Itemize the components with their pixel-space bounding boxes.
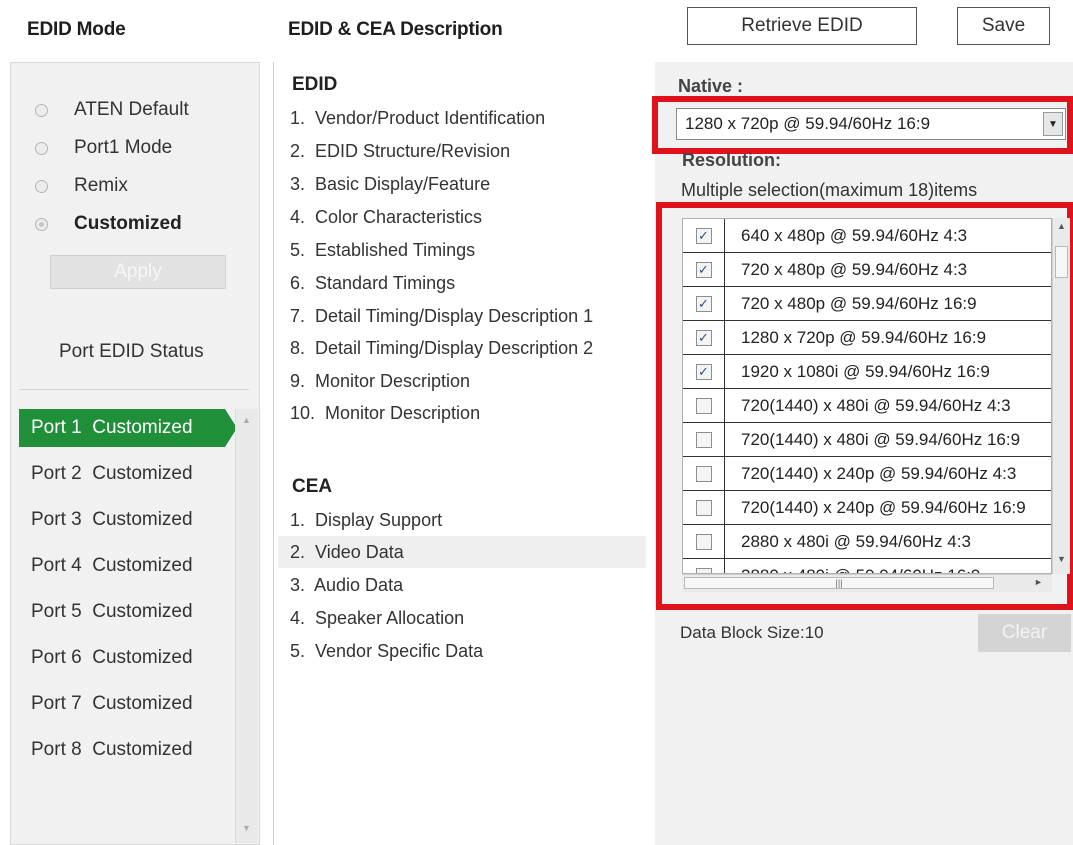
mode-option-port1-mode[interactable]: Port1 Mode — [35, 137, 172, 159]
mode-option-label: ATEN Default — [74, 99, 189, 120]
radio-icon[interactable] — [35, 103, 48, 117]
resolution-list: ✓ 640 x 480p @ 59.94/60Hz 4:3 ✓ 720 x 48… — [682, 218, 1052, 574]
cea-item-display-support[interactable]: 1. Display Support — [290, 510, 442, 531]
resolution-row[interactable]: 720(1440) x 240p @ 59.94/60Hz 16:9 — [683, 491, 1051, 525]
description-heading: EDID & CEA Description — [288, 19, 503, 40]
native-resolution-value: 1280 x 720p @ 59.94/60Hz 16:9 — [685, 114, 931, 133]
scroll-down-icon[interactable]: ▼ — [242, 823, 251, 833]
description-panel: EDID 1. Vendor/Product Identification 2.… — [273, 62, 656, 845]
mode-option-label: Remix — [74, 175, 128, 196]
edid-item-basic-display[interactable]: 3. Basic Display/Feature — [290, 174, 490, 195]
resolution-row[interactable]: 720(1440) x 480i @ 59.94/60Hz 4:3 — [683, 389, 1051, 423]
resolution-row[interactable]: 2880 x 480i @ 59.94/60Hz 16:9 — [683, 559, 1051, 574]
retrieve-edid-button[interactable]: Retrieve EDID — [687, 7, 917, 45]
port-edid-status-label: Port EDID Status — [59, 341, 204, 362]
native-resolution-select[interactable]: 1280 x 720p @ 59.94/60Hz 16:9 ▼ — [676, 108, 1066, 140]
resolution-label: 640 x 480p @ 59.94/60Hz 4:3 — [741, 225, 968, 245]
resolution-label: 720 x 480p @ 59.94/60Hz 4:3 — [741, 259, 968, 279]
clear-button[interactable]: Clear — [978, 614, 1071, 652]
resolution-row[interactable]: ✓ 720 x 480p @ 59.94/60Hz 4:3 — [683, 253, 1051, 287]
apply-button[interactable]: Apply — [50, 255, 226, 289]
port-item-4[interactable]: Port 4 Customized — [19, 547, 231, 585]
edid-item-vendor-product[interactable]: 1. Vendor/Product Identification — [290, 108, 545, 129]
checkbox-empty-icon[interactable] — [695, 533, 712, 550]
data-block-size: Data Block Size:10 — [680, 623, 824, 642]
edid-section-title: EDID — [292, 74, 338, 95]
edid-mode-panel: ATEN Default Port1 Mode Remix Customized… — [10, 62, 260, 845]
native-label: Native : — [678, 76, 744, 96]
scroll-down-icon[interactable]: ▼ — [1057, 554, 1066, 564]
edid-item-structure-revision[interactable]: 2. EDID Structure/Revision — [290, 141, 510, 162]
resolution-row[interactable]: 2880 x 480i @ 59.94/60Hz 4:3 — [683, 525, 1051, 559]
resolution-row[interactable]: 720(1440) x 240p @ 59.94/60Hz 4:3 — [683, 457, 1051, 491]
resolution-vertical-scrollbar[interactable]: ▲ ▼ — [1052, 218, 1070, 574]
cea-section-title: CEA — [292, 476, 333, 497]
mode-option-customized[interactable]: Customized — [35, 213, 182, 235]
edid-item-color[interactable]: 4. Color Characteristics — [290, 207, 482, 228]
port-item-5[interactable]: Port 5 Customized — [19, 593, 231, 631]
scroll-thumb-grip-icon[interactable]: ||| — [684, 577, 994, 589]
edid-item-detail-timing-1[interactable]: 7. Detail Timing/Display Description 1 — [290, 306, 593, 327]
scroll-thumb[interactable] — [1055, 246, 1068, 278]
cea-item-speaker-allocation[interactable]: 4. Speaker Allocation — [290, 608, 464, 629]
resolution-label: 720(1440) x 480i @ 59.94/60Hz 16:9 — [741, 429, 1021, 449]
resolution-row[interactable]: ✓ 1280 x 720p @ 59.94/60Hz 16:9 — [683, 321, 1051, 355]
resolution-horizontal-scrollbar[interactable]: ||| ► — [682, 574, 1052, 592]
edid-item-monitor-description-10[interactable]: 10. Monitor Description — [290, 403, 480, 424]
checkbox-empty-icon[interactable] — [695, 465, 712, 482]
edid-item-detail-timing-2[interactable]: 8. Detail Timing/Display Description 2 — [290, 338, 593, 359]
divider — [19, 389, 249, 390]
resolution-label: 720 x 480p @ 59.94/60Hz 16:9 — [741, 293, 977, 313]
resolution-row[interactable]: ✓ 1920 x 1080i @ 59.94/60Hz 16:9 — [683, 355, 1051, 389]
edid-mode-heading: EDID Mode — [27, 19, 126, 40]
resolution-label: Resolution: — [682, 150, 781, 170]
check-icon[interactable]: ✓ — [695, 363, 712, 380]
cea-item-audio-data[interactable]: 3. Audio Data — [290, 575, 403, 596]
cea-item-vendor-specific[interactable]: 5. Vendor Specific Data — [290, 641, 483, 662]
edid-item-monitor-description-9[interactable]: 9. Monitor Description — [290, 371, 470, 392]
port-item-7[interactable]: Port 7 Customized — [19, 685, 231, 723]
scroll-up-icon[interactable]: ▲ — [1057, 221, 1066, 231]
port-list-scrollbar[interactable]: ▲ ▼ — [235, 409, 258, 843]
save-button[interactable]: Save — [957, 7, 1050, 45]
mode-option-aten-default[interactable]: ATEN Default — [35, 99, 189, 121]
port-item-3[interactable]: Port 3 Customized — [19, 501, 231, 539]
port-item-8[interactable]: Port 8 Customized — [19, 731, 231, 769]
radio-selected-icon[interactable] — [35, 217, 48, 231]
checkbox-empty-icon[interactable] — [695, 499, 712, 516]
port-item-6[interactable]: Port 6 Customized — [19, 639, 231, 677]
cea-item-video-data[interactable]: 2. Video Data — [290, 542, 404, 563]
resolution-label: 2880 x 480i @ 59.94/60Hz 4:3 — [741, 531, 971, 551]
edid-item-established-timings[interactable]: 5. Established Timings — [290, 240, 475, 261]
check-icon[interactable]: ✓ — [695, 261, 712, 278]
resolution-hint: Multiple selection(maximum 18)items — [681, 180, 978, 200]
resolution-label: 1280 x 720p @ 59.94/60Hz 16:9 — [741, 327, 987, 347]
radio-icon[interactable] — [35, 141, 48, 155]
resolution-label: 2880 x 480i @ 59.94/60Hz 16:9 — [725, 566, 980, 574]
radio-icon[interactable] — [35, 179, 48, 193]
check-icon[interactable]: ✓ — [695, 227, 712, 244]
resolution-row[interactable]: ✓ 640 x 480p @ 59.94/60Hz 4:3 — [683, 219, 1051, 253]
triangle-down-icon[interactable]: ▼ — [1043, 112, 1063, 136]
edid-item-standard-timings[interactable]: 6. Standard Timings — [290, 273, 455, 294]
resolution-row[interactable]: ✓ 720 x 480p @ 59.94/60Hz 16:9 — [683, 287, 1051, 321]
port-item-2[interactable]: Port 2 Customized — [19, 455, 231, 493]
resolution-row[interactable]: 720(1440) x 480i @ 59.94/60Hz 16:9 — [683, 423, 1051, 457]
checkbox-empty-icon[interactable] — [695, 397, 712, 414]
mode-option-remix[interactable]: Remix — [35, 175, 128, 197]
mode-option-label: Port1 Mode — [74, 137, 173, 158]
resolution-label: 1920 x 1080i @ 59.94/60Hz 16:9 — [741, 361, 990, 381]
scroll-right-icon[interactable]: ► — [1034, 577, 1043, 587]
check-icon[interactable]: ✓ — [695, 295, 712, 312]
scroll-up-icon[interactable]: ▲ — [242, 415, 251, 425]
resolution-label: 720(1440) x 240p @ 59.94/60Hz 16:9 — [741, 497, 1026, 517]
resolution-label: 720(1440) x 240p @ 59.94/60Hz 4:3 — [741, 463, 1017, 483]
resolution-label: 720(1440) x 480i @ 59.94/60Hz 4:3 — [741, 395, 1011, 415]
port-item-1[interactable]: Port 1 Customized — [19, 409, 237, 447]
check-icon[interactable]: ✓ — [695, 329, 712, 346]
mode-option-label: Customized — [74, 213, 182, 234]
checkbox-empty-icon[interactable] — [695, 431, 712, 448]
